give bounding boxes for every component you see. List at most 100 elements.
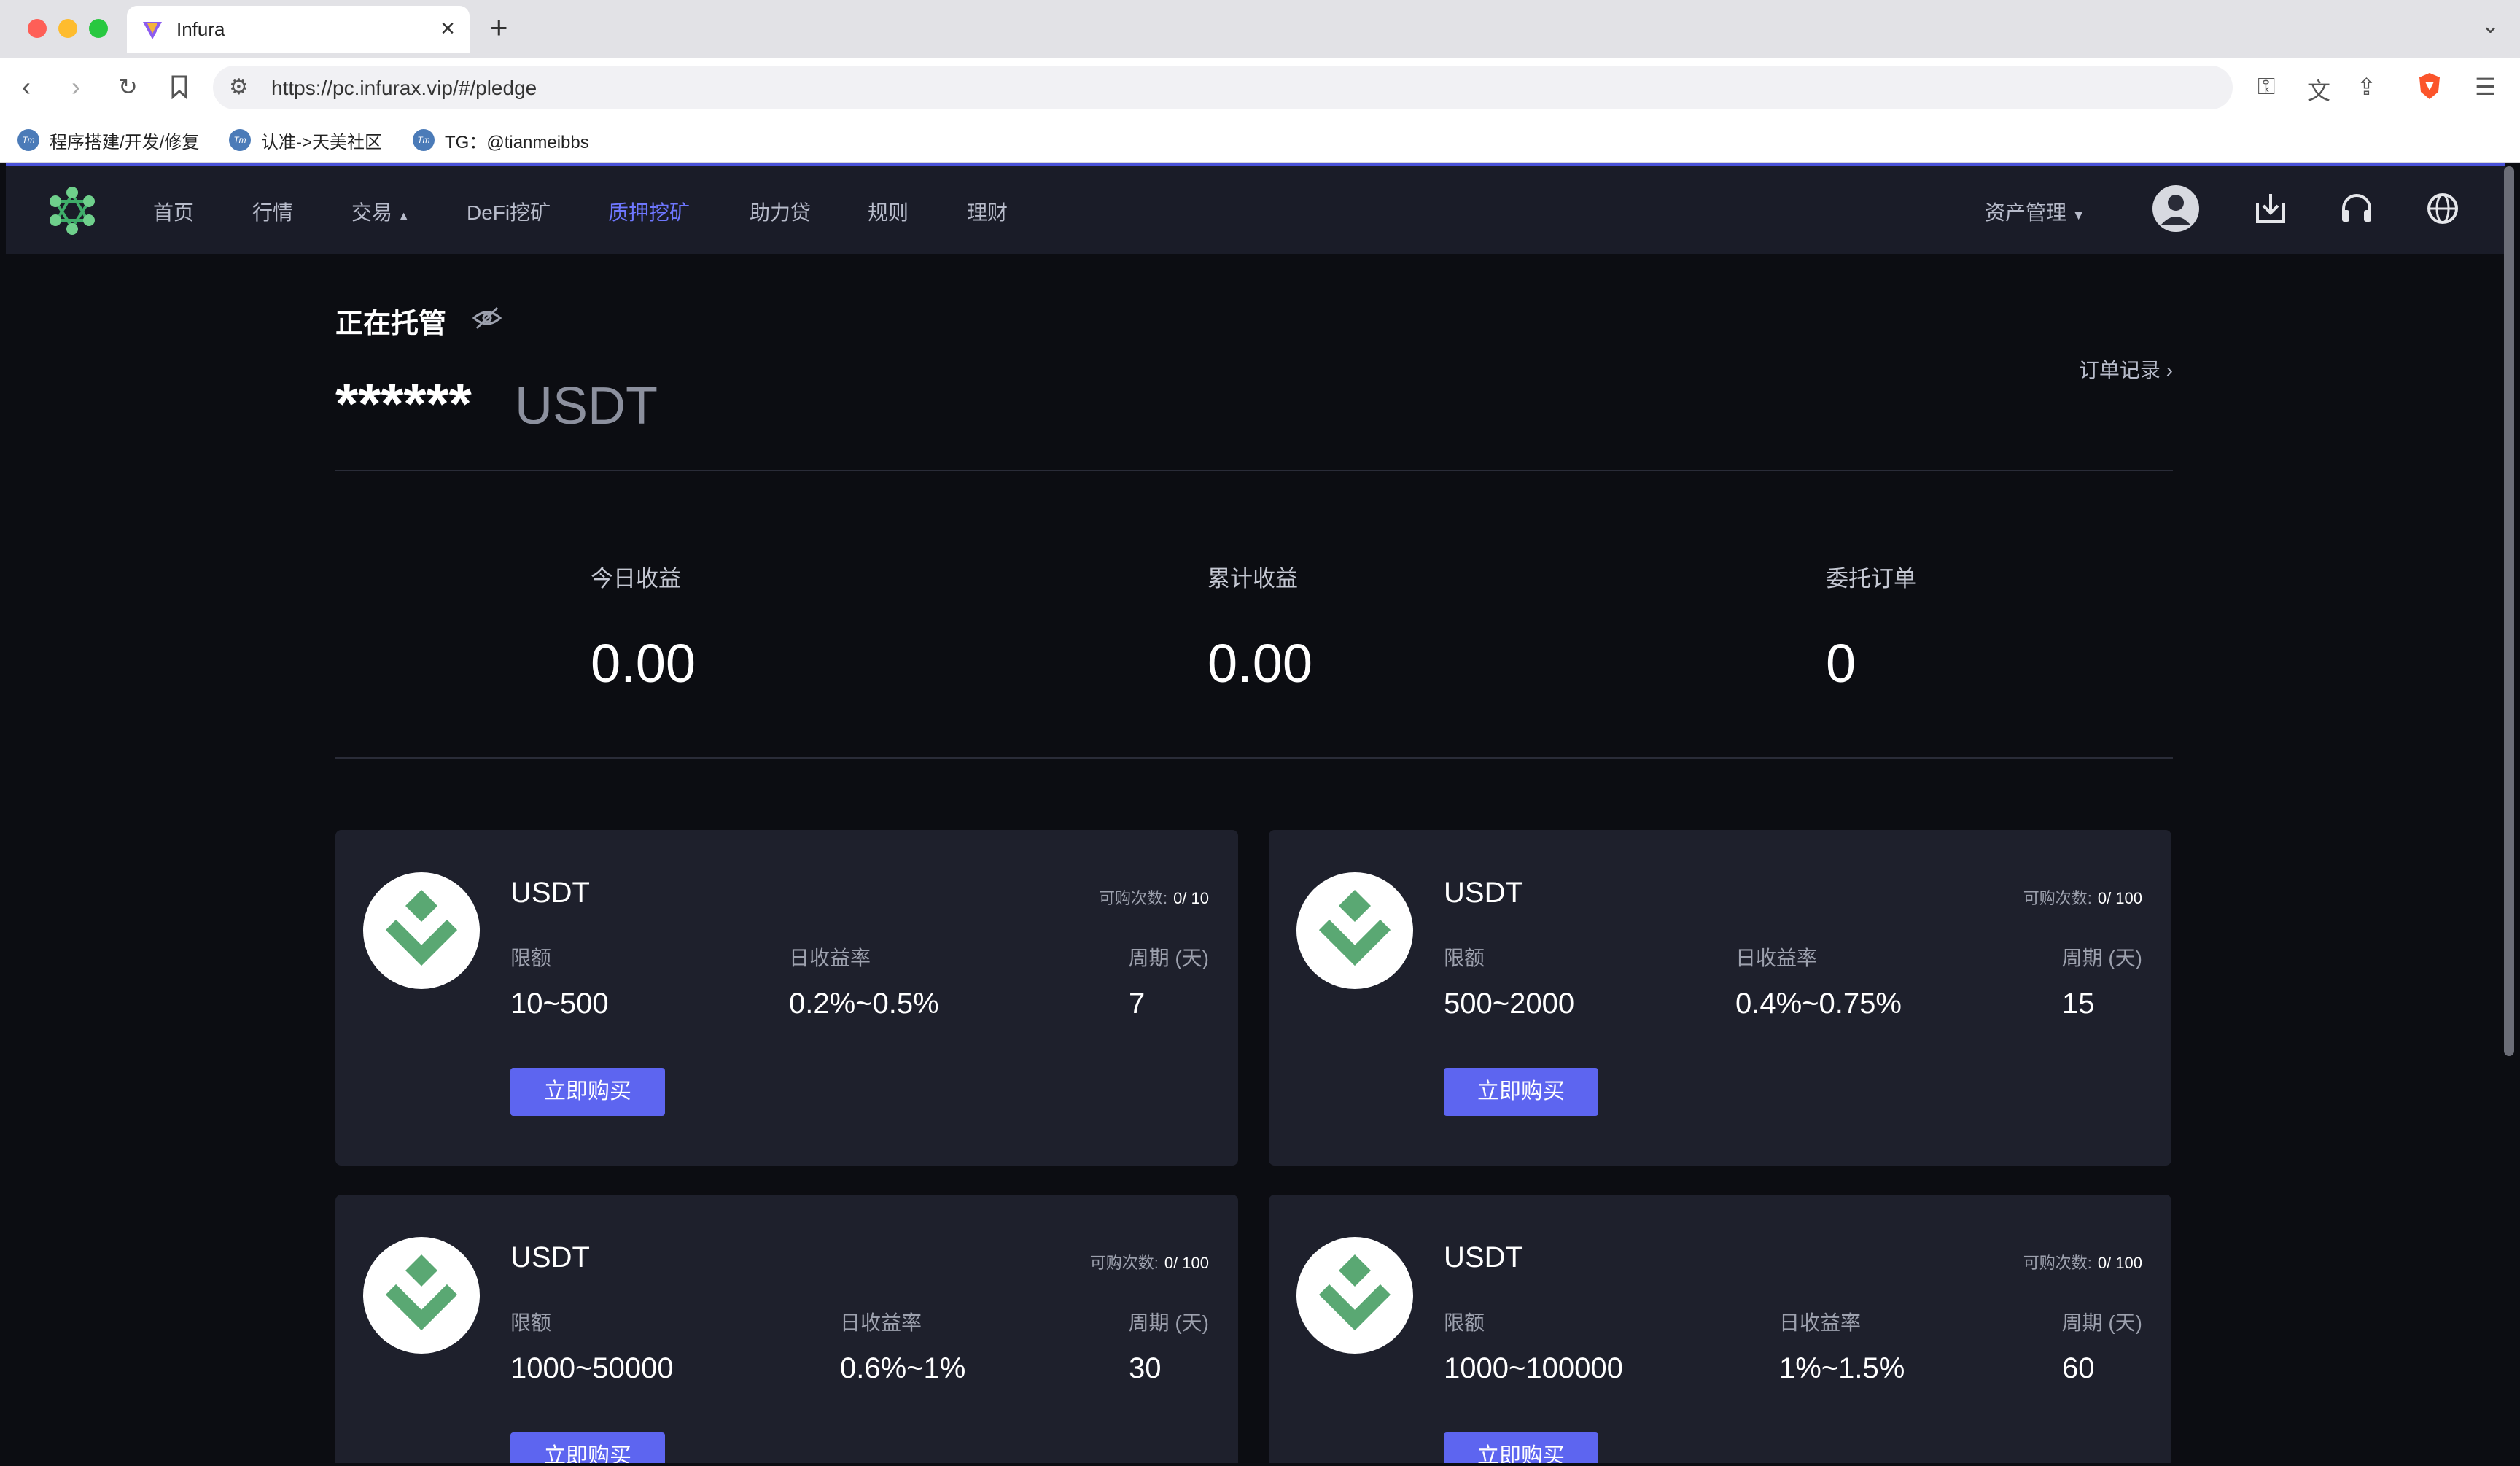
brave-shield-icon[interactable] <box>2416 71 2443 101</box>
count-label: 可购次数: <box>2023 889 2092 907</box>
close-window-button[interactable] <box>28 19 47 38</box>
buy-now-button[interactable]: 立即购买 <box>510 1068 665 1116</box>
maximize-window-button[interactable] <box>89 19 108 38</box>
bookmark-label: 程序搭建/开发/修复 <box>50 132 200 152</box>
nav-finance[interactable]: 理财 <box>967 197 1008 226</box>
address-bar[interactable]: ⚙ https://pc.infurax.vip/#/pledge <box>213 66 2233 109</box>
url-text[interactable]: https://pc.infurax.vip/#/pledge <box>271 77 537 100</box>
bookmark-item[interactable]: Tm TG：@tianmeibbs <box>413 125 589 155</box>
reload-icon[interactable]: ↻ <box>118 73 138 101</box>
period-value: 7 <box>1129 988 1146 1020</box>
back-arrow-icon[interactable]: ‹ <box>22 71 31 102</box>
chevron-right-icon: › <box>2166 359 2173 381</box>
rate-label: 日收益率 <box>840 1311 922 1334</box>
headset-support-icon[interactable] <box>2336 188 2377 229</box>
user-avatar[interactable] <box>2152 185 2199 232</box>
download-icon[interactable] <box>2250 188 2291 229</box>
share-icon[interactable]: ⇪ <box>2357 73 2376 101</box>
rate-value: 0.6%~1% <box>840 1352 966 1384</box>
card-name: USDT <box>510 877 590 909</box>
nav-market[interactable]: 行情 <box>252 197 293 226</box>
tab-list-chevron-icon[interactable]: ⌄ <box>2481 13 2500 39</box>
usdt-coin <box>1296 872 1413 989</box>
stat-label: 累计收益 <box>1208 566 1298 592</box>
card-count: 可购次数: 0/ 100 <box>2023 1250 2142 1273</box>
usdt-logo-icon <box>385 1254 458 1331</box>
bookmark-item[interactable]: Tm 认准->天美社区 <box>229 125 382 155</box>
browser-toolbar: ‹ › ↻ ⚙ https://pc.infurax.vip/#/pledge … <box>0 58 2520 117</box>
limit-label: 限额 <box>1444 947 1485 969</box>
limit-value: 500~2000 <box>1444 988 1575 1020</box>
usdt-coin <box>1296 1237 1413 1354</box>
nav-defi-mining[interactable]: DeFi挖矿 <box>467 197 551 226</box>
stat-today-earnings: 今日收益 0.00 <box>591 560 696 694</box>
caret-up-icon: ▲ <box>397 210 410 222</box>
buy-now-button[interactable]: 立即购买 <box>1444 1068 1598 1116</box>
hosting-amount: ****** <box>335 371 472 436</box>
period-label: 周期 (天) <box>1128 947 1209 969</box>
page-scrollbar[interactable] <box>2504 166 2514 1056</box>
rate-value: 0.2%~0.5% <box>789 988 939 1020</box>
pledge-card: USDT 可购次数: 0/ 10 限额 日收益率 周期 (天) 10~500 0.… <box>335 830 1238 1166</box>
bookmark-favicon-icon: Tm <box>413 129 435 151</box>
stat-value: 0 <box>1826 633 1856 694</box>
period-value: 60 <box>2062 1352 2095 1384</box>
browser-tab[interactable]: Infura × <box>127 6 470 53</box>
bookmarks-bar: Tm 程序搭建/开发/修复 Tm 认准->天美社区 Tm TG：@tianmei… <box>0 117 2520 163</box>
minimize-window-button[interactable] <box>58 19 77 38</box>
divider <box>335 757 2173 759</box>
rate-value: 0.4%~0.75% <box>1735 988 1902 1020</box>
count-label: 可购次数: <box>2023 1254 2092 1272</box>
limit-label: 限额 <box>1444 1311 1485 1334</box>
usdt-coin <box>363 872 480 989</box>
bookmark-favicon-icon: Tm <box>18 129 39 151</box>
stat-label: 今日收益 <box>591 566 681 592</box>
pledge-card: USDT 可购次数: 0/ 100 限额 日收益率 周期 (天) 500~2000… <box>1269 830 2171 1166</box>
nav-assist-loan[interactable]: 助力贷 <box>750 197 811 226</box>
tab-close-icon[interactable]: × <box>440 15 455 43</box>
translate-icon[interactable]: 文 <box>2307 73 2330 106</box>
caret-down-icon: ▼ <box>2072 208 2085 222</box>
usdt-coin <box>363 1237 480 1354</box>
buy-now-button[interactable]: 立即购买 <box>510 1432 665 1463</box>
nav-home[interactable]: 首页 <box>153 197 194 226</box>
period-label: 周期 (天) <box>2061 947 2142 969</box>
globe-language-icon[interactable] <box>2422 188 2463 229</box>
hosting-title: 正在托管 <box>335 309 447 339</box>
asset-management-label: 资产管理 <box>1985 201 2067 224</box>
limit-value: 1000~50000 <box>510 1352 674 1384</box>
nav-pledge-mining[interactable]: 质押挖矿 <box>608 197 690 226</box>
period-value: 15 <box>2062 988 2095 1020</box>
stat-label: 委托订单 <box>1826 566 1916 592</box>
limit-label: 限额 <box>510 947 552 969</box>
order-record-link[interactable]: 订单记录 › <box>2079 354 2173 384</box>
count-value: 0/ 10 <box>1173 889 1209 907</box>
limit-label: 限额 <box>510 1311 552 1334</box>
count-value: 0/ 100 <box>1164 1254 1209 1272</box>
usdt-logo-icon <box>385 890 458 966</box>
nav-trade[interactable]: 交易 ▲ <box>351 197 410 226</box>
forward-arrow-icon[interactable]: › <box>71 71 80 102</box>
hide-eye-icon[interactable] <box>471 303 503 333</box>
site-logo-icon[interactable] <box>47 185 98 236</box>
new-tab-icon[interactable]: + <box>490 10 508 45</box>
period-value: 30 <box>1129 1352 1162 1384</box>
bookmark-item[interactable]: Tm 程序搭建/开发/修复 <box>18 125 199 155</box>
asset-management-dropdown[interactable]: 资产管理 ▼ <box>1985 197 2085 226</box>
limit-value: 1000~100000 <box>1444 1352 1623 1384</box>
page-viewport: 首页 行情 交易 ▲ DeFi挖矿 质押挖矿 助力贷 规则 理财 资产管理 ▼ <box>6 163 2505 1463</box>
site-settings-icon[interactable]: ⚙ <box>229 74 249 100</box>
card-name: USDT <box>1444 1241 1523 1273</box>
card-count: 可购次数: 0/ 10 <box>1099 885 1209 909</box>
bookmark-icon[interactable] <box>171 74 188 99</box>
bookmark-label: 认准->天美社区 <box>261 132 383 152</box>
bookmark-favicon-icon: Tm <box>229 129 251 151</box>
key-icon[interactable]: ⚿ <box>2258 73 2275 101</box>
nav-rules[interactable]: 规则 <box>868 197 909 226</box>
card-count: 可购次数: 0/ 100 <box>2023 885 2142 909</box>
menu-icon[interactable]: ☰ <box>2475 73 2496 101</box>
buy-now-button[interactable]: 立即购买 <box>1444 1432 1598 1463</box>
pledge-card: USDT 可购次数: 0/ 100 限额 日收益率 周期 (天) 1000~500… <box>335 1195 1238 1463</box>
usdt-logo-icon <box>1318 890 1391 966</box>
stat-value: 0.00 <box>591 633 696 694</box>
